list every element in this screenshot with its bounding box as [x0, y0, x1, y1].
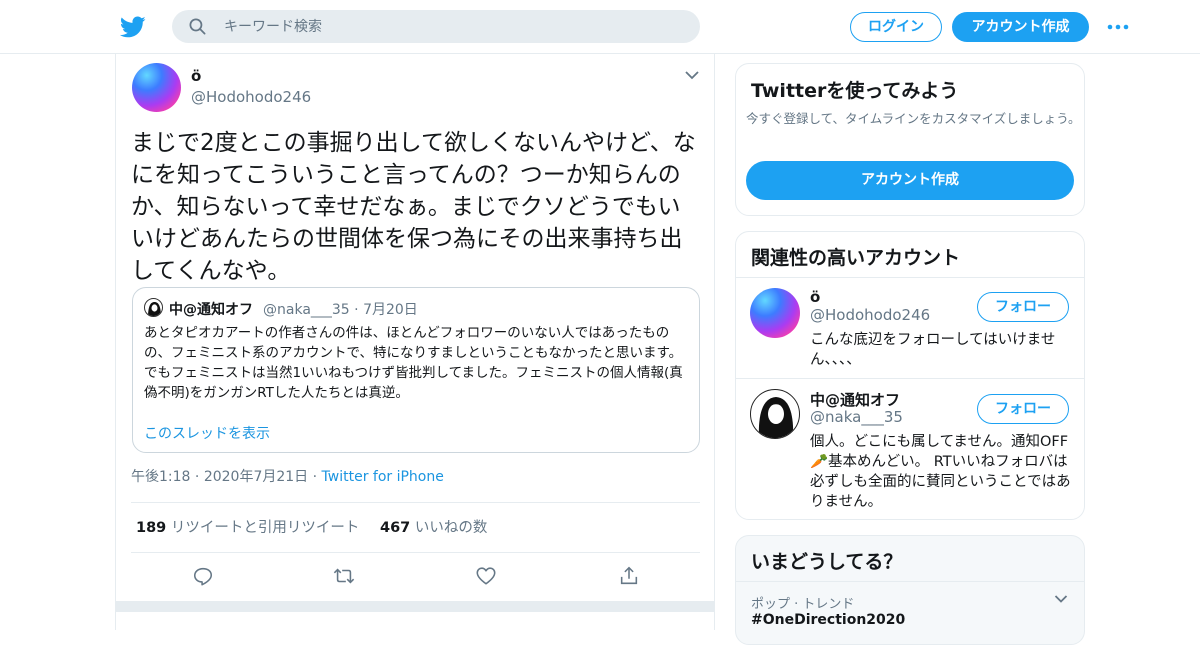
related-accounts-title: 関連性の高いアカウント — [751, 247, 961, 269]
divider — [131, 502, 700, 503]
search-bar[interactable] — [172, 10, 700, 43]
quoted-text-paragraph-1: あとタピオカアートの作者さんの件は、ほとんどフォロワーのいない人ではあったものの… — [144, 325, 683, 361]
signup-card-button[interactable]: アカウント作成 — [746, 161, 1074, 200]
likes-label: いいねの数 — [414, 520, 488, 536]
tweet-date[interactable]: 2020年7月21日 — [204, 469, 308, 485]
account-handle[interactable]: @Hodohodo246 — [810, 306, 930, 324]
account-handle[interactable]: @naka___35 — [810, 408, 903, 426]
search-input[interactable] — [222, 10, 682, 43]
signup-card: Twitterを使ってみよう 今すぐ登録して、タイムラインをカスタマイズしましょ… — [735, 63, 1085, 216]
likes-count: 467 — [380, 520, 411, 536]
chevron-down-icon[interactable] — [684, 69, 700, 81]
tweet-detail-column: ö @Hodohodo246 まじで2度とこの事掘り出して欲しくないんやけど、な… — [115, 54, 715, 630]
divider — [131, 552, 700, 553]
quoted-author-handle-date: @naka___35 · 7月20日 — [263, 299, 418, 319]
more-options-icon[interactable] — [1106, 18, 1130, 36]
section-separator — [116, 601, 714, 612]
account-avatar[interactable] — [750, 389, 800, 439]
quoted-tweet[interactable]: 中@通知オフ @naka___35 · 7月20日 あとタピオカアートの作者さん… — [132, 287, 700, 453]
author-avatar[interactable] — [132, 63, 181, 112]
retweet-icon[interactable] — [333, 565, 355, 587]
show-thread-link[interactable]: このスレッドを表示 — [144, 423, 270, 443]
tweet-metadata: 午後1:18 · 2020年7月21日 · Twitter for iPhone — [131, 466, 444, 486]
meta-separator: · — [312, 469, 322, 485]
signup-button[interactable]: アカウント作成 — [952, 12, 1089, 42]
search-icon — [189, 18, 206, 35]
related-accounts-card: 関連性の高いアカウント ö @Hodohodo246 フォロー こんな底辺をフォ… — [735, 231, 1085, 520]
signup-card-description: 今すぐ登録して、タイムラインをカスタマイズしましょう。 — [746, 111, 1081, 126]
trends-title: いまどうしてる？ — [751, 551, 903, 573]
quoted-text-paragraph-2: でもフェミニストは当然1いいねもつけず皆批判してました。フェミニストの個人情報(… — [144, 365, 683, 401]
trend-item[interactable]: #OneDirection2020 — [751, 612, 905, 628]
reply-icon[interactable] — [192, 565, 214, 587]
account-name[interactable]: ö — [810, 288, 820, 306]
trend-category: ポップ · トレンド — [751, 597, 855, 612]
account-bio: こんな底辺をフォローしてはいけません、、、、 — [810, 332, 1056, 368]
follow-button[interactable]: フォロー — [977, 394, 1069, 424]
top-navigation-bar: ログイン アカウント作成 — [0, 0, 1200, 54]
tweet-time[interactable]: 午後1:18 — [131, 469, 190, 485]
author-handle[interactable]: @Hodohodo246 — [191, 88, 311, 106]
quoted-date: · 7月20日 — [354, 302, 418, 318]
trends-card: いまどうしてる？ ポップ · トレンド #OneDirection2020 — [735, 535, 1085, 645]
twitter-bird-icon[interactable] — [120, 14, 146, 40]
signup-card-title: Twitterを使ってみよう — [751, 80, 959, 102]
login-button[interactable]: ログイン — [850, 12, 942, 42]
share-icon[interactable] — [618, 565, 640, 587]
quoted-author-avatar — [144, 298, 163, 317]
retweets-count: 189 — [136, 520, 167, 536]
like-heart-icon[interactable] — [475, 565, 497, 587]
quoted-tweet-text: あとタピオカアートの作者さんの件は、ほとんどフォロワーのいない人ではあったものの… — [144, 323, 692, 403]
likes-stat[interactable]: 467 いいねの数 — [380, 516, 487, 537]
quoted-author-handle: @naka___35 — [263, 302, 350, 318]
meta-separator: · — [194, 469, 204, 485]
account-bio: 個人。どこにも属してません。通知OFF🥕基本めんどい。 RTいいねフォロバは必ず… — [810, 434, 1071, 510]
retweets-label: リツイートと引用リツイート — [170, 520, 360, 536]
retweets-stat[interactable]: 189 リツイートと引用リツイート — [136, 516, 359, 537]
tweet-text: まじで2度とこの事掘り出して欲しくないんやけど、なにを知ってこういうこと言ってん… — [131, 130, 696, 284]
portrait-icon — [758, 397, 794, 438]
quoted-author-name: 中@通知オフ — [169, 302, 253, 318]
follow-button[interactable]: フォロー — [977, 292, 1069, 322]
divider — [736, 277, 1084, 278]
divider — [736, 581, 1084, 582]
portrait-icon — [148, 302, 161, 316]
account-avatar[interactable] — [750, 288, 800, 338]
account-name[interactable]: 中@通知オフ — [810, 389, 900, 410]
tweet-source-link[interactable]: Twitter for iPhone — [322, 469, 444, 485]
author-name[interactable]: ö — [191, 67, 201, 85]
chevron-down-icon[interactable] — [1054, 594, 1068, 604]
divider — [736, 378, 1084, 379]
